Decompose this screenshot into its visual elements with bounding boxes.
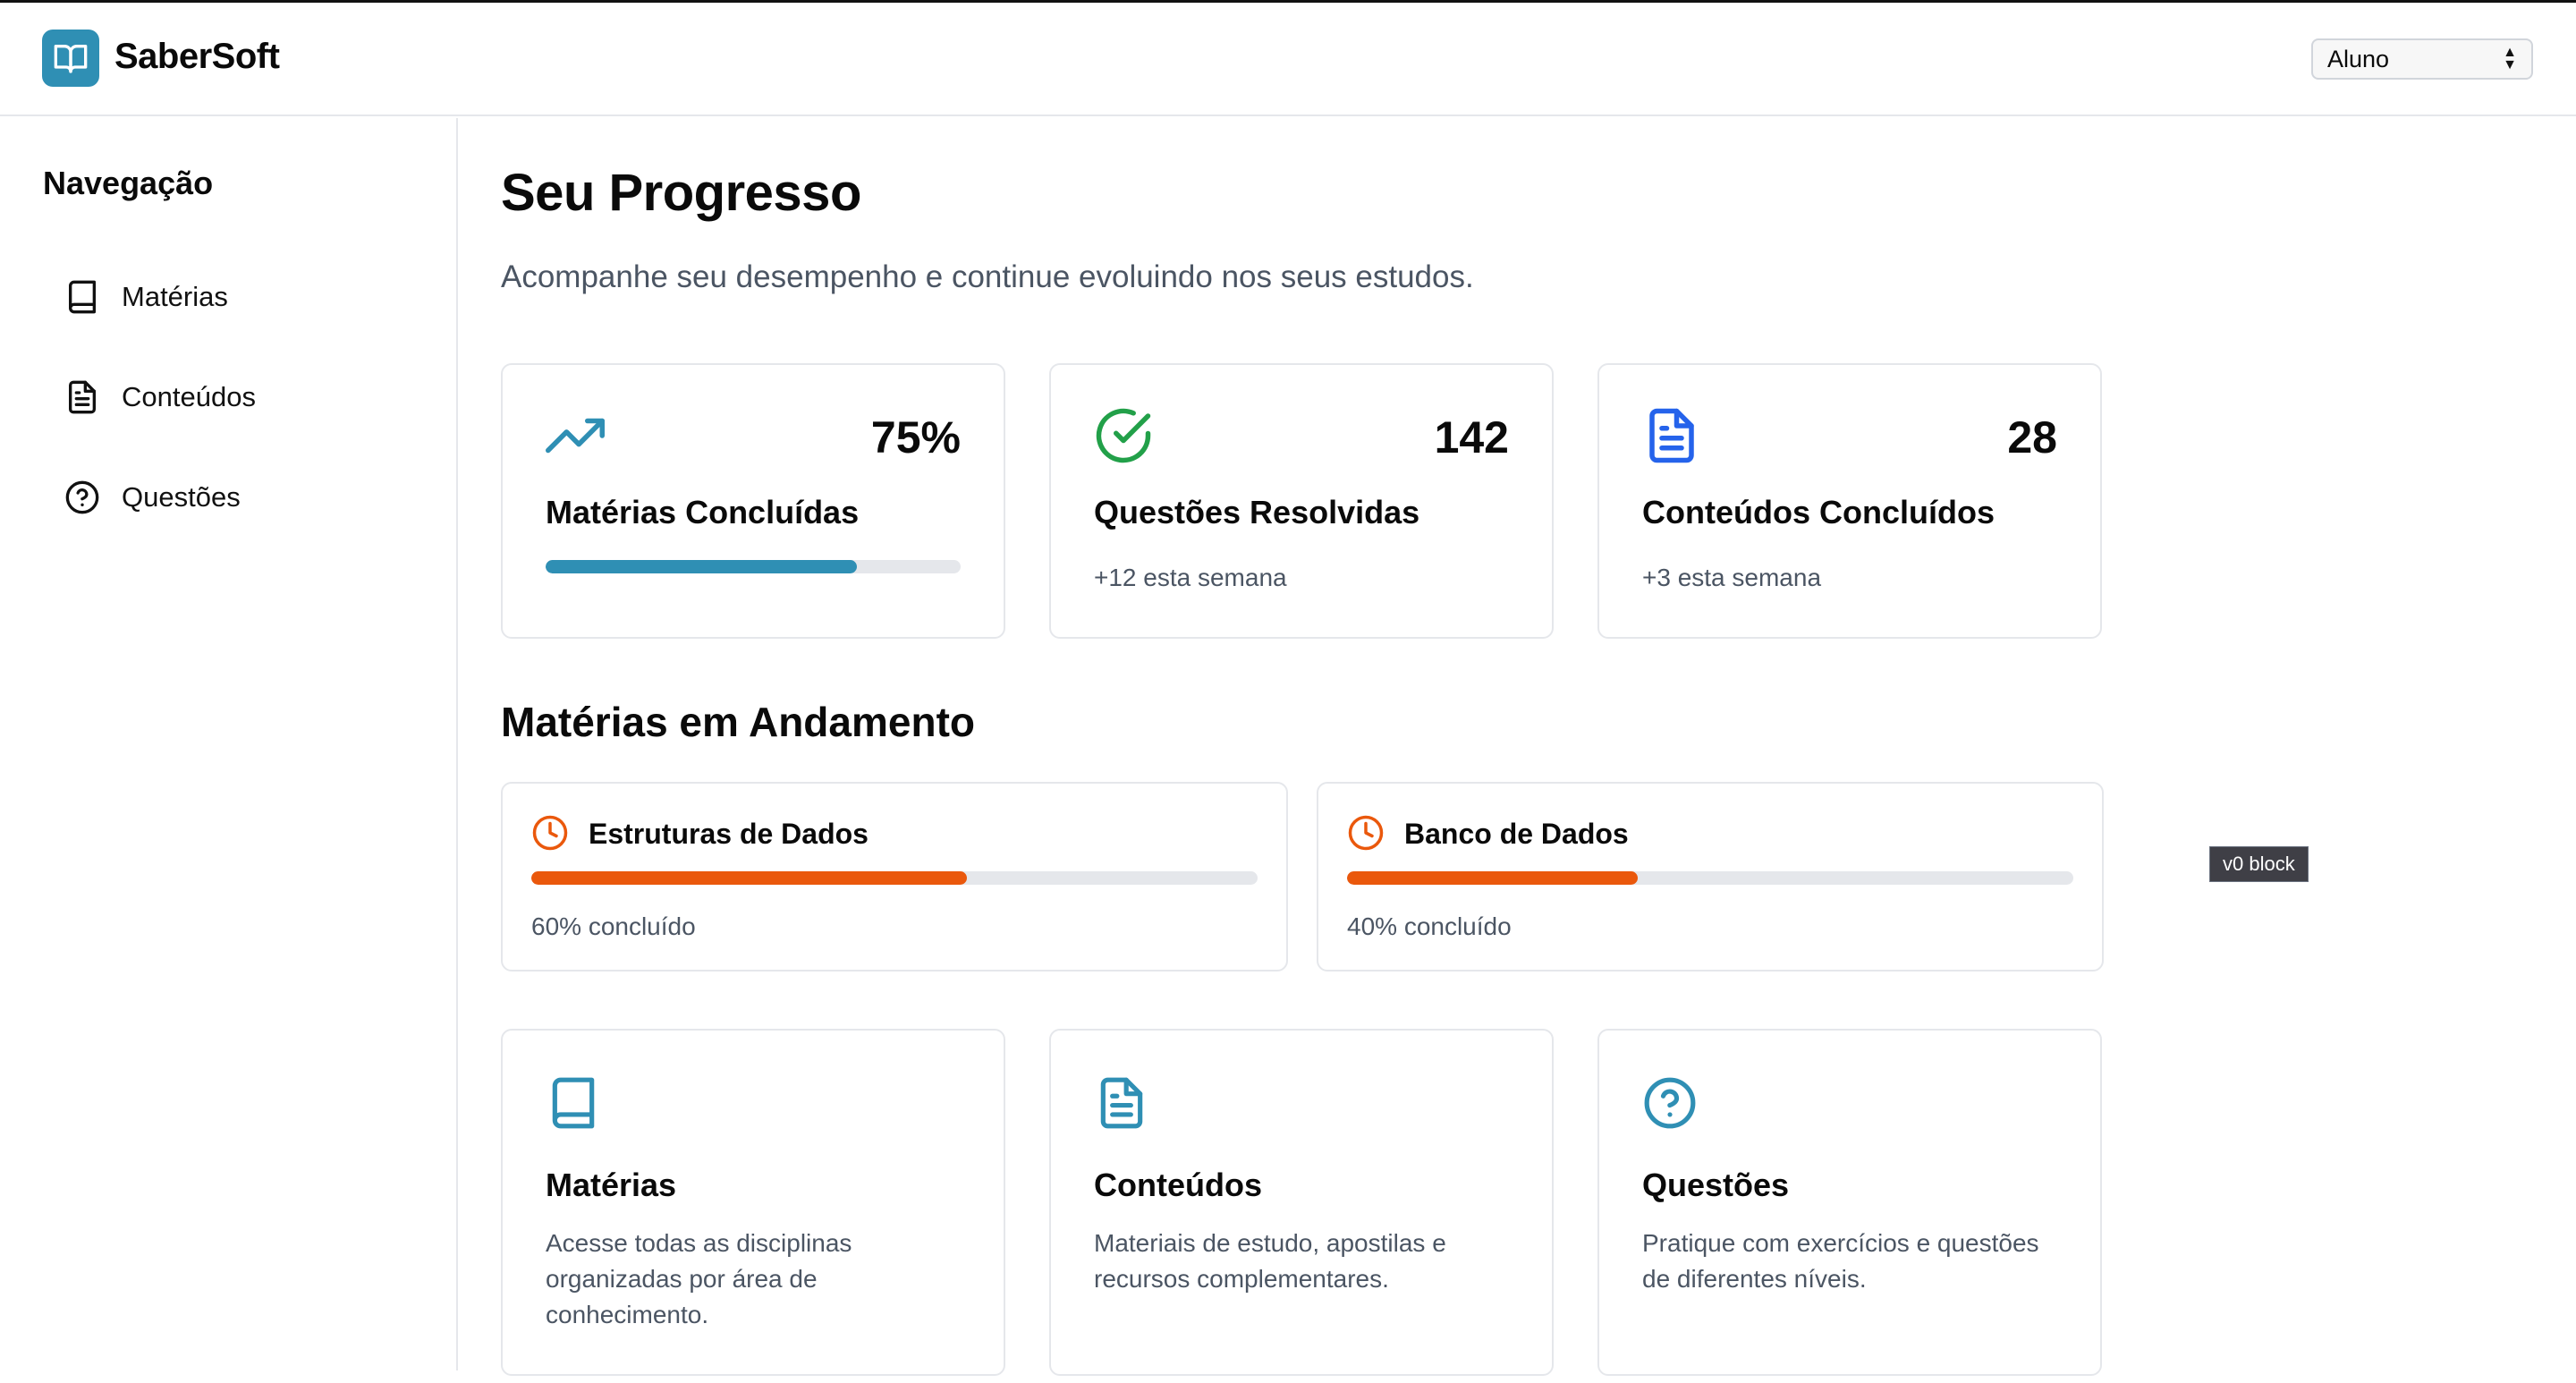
course-name: Banco de Dados — [1404, 818, 1629, 850]
stat-card-materias-concluidas: 75% Matérias Concluídas — [501, 363, 1005, 639]
link-card-title: Questões — [1642, 1167, 1790, 1203]
stat-card-questoes-resolvidas: 142 Questões Resolvidas +12 esta semana — [1049, 363, 1554, 639]
sidebar-title: Navegação — [43, 165, 214, 201]
progress-bar-fill — [546, 560, 857, 573]
role-select[interactable]: Aluno ▲ ▼ — [2311, 38, 2533, 80]
link-card-title: Matérias — [546, 1167, 677, 1203]
stat-value: 142 — [1434, 412, 1509, 462]
link-card-description: Acesse todas as disciplinas organizadas … — [546, 1229, 852, 1328]
check-circle-icon — [1096, 408, 1151, 463]
stat-value: 75% — [870, 412, 961, 462]
link-card-conteudos[interactable]: Conteúdos Materiais de estudo, apostilas… — [1049, 1029, 1554, 1376]
sidebar: Navegação Matérias Conteúdos Questões — [0, 118, 458, 1370]
link-card-description: Materiais de estudo, apostilas e recurso… — [1094, 1229, 1446, 1293]
document-icon — [1649, 408, 1694, 463]
sidebar-item-questoes[interactable]: Questões — [64, 471, 241, 524]
clock-icon — [532, 815, 568, 851]
sidebar-item-label: Questões — [122, 481, 241, 513]
progress-bar-fill — [1347, 871, 1638, 885]
app-header: SaberSoft Aluno ▲ ▼ — [0, 3, 2576, 116]
book-icon — [69, 280, 97, 314]
link-card-description: Pratique com exercícios e questões de di… — [1642, 1229, 2039, 1293]
link-card-questoes[interactable]: Questões Pratique com exercícios e quest… — [1597, 1029, 2102, 1376]
stat-note: +3 esta semana — [1642, 564, 1822, 591]
course-name: Estruturas de Dados — [589, 818, 869, 850]
document-icon — [1100, 1077, 1143, 1129]
stat-note: +12 esta semana — [1094, 564, 1287, 591]
sidebar-item-conteudos[interactable]: Conteúdos — [64, 370, 256, 424]
section-title-in-progress: Matérias em Andamento — [501, 699, 975, 745]
course-card-estruturas-de-dados[interactable]: Estruturas de Dados 60% concluído — [501, 782, 1288, 971]
tooltip: v0 block — [2209, 846, 2309, 882]
link-card-title: Conteúdos — [1094, 1167, 1262, 1203]
sidebar-item-label: Matérias — [122, 281, 228, 312]
trending-up-icon — [546, 418, 605, 454]
stat-label: Conteúdos Concluídos — [1642, 494, 1995, 530]
book-icon — [552, 1077, 595, 1129]
page-title: Seu Progresso — [501, 164, 861, 222]
link-card-materias[interactable]: Matérias Acesse todas as disciplinas org… — [501, 1029, 1005, 1376]
course-progress-text: 60% concluído — [531, 912, 696, 940]
select-arrows-icon: ▲ ▼ — [2503, 45, 2517, 72]
sidebar-item-materias[interactable]: Matérias — [64, 270, 228, 324]
logo-book-icon — [42, 30, 99, 87]
help-circle-icon — [65, 480, 99, 514]
course-card-banco-de-dados[interactable]: Banco de Dados 40% concluído — [1317, 782, 2104, 971]
progress-bar — [531, 871, 1258, 885]
course-progress-text: 40% concluído — [1347, 912, 1512, 940]
clock-icon — [1348, 815, 1384, 851]
progress-bar — [546, 560, 961, 573]
stat-label: Matérias Concluídas — [546, 494, 860, 530]
sidebar-item-label: Conteúdos — [122, 381, 256, 412]
progress-bar — [1347, 871, 2073, 885]
stat-label: Questões Resolvidas — [1094, 494, 1420, 530]
progress-bar-fill — [531, 871, 968, 885]
stat-value: 28 — [2007, 412, 2057, 462]
stat-card-conteudos-concluidos: 28 Conteúdos Concluídos +3 esta semana — [1597, 363, 2102, 639]
page-subtitle: Acompanhe seu desempenho e continue evol… — [501, 259, 1474, 294]
brand-name: SaberSoft — [114, 37, 280, 76]
help-circle-icon — [1644, 1077, 1696, 1129]
role-select-value: Aluno — [2327, 45, 2390, 72]
document-icon — [69, 380, 97, 414]
